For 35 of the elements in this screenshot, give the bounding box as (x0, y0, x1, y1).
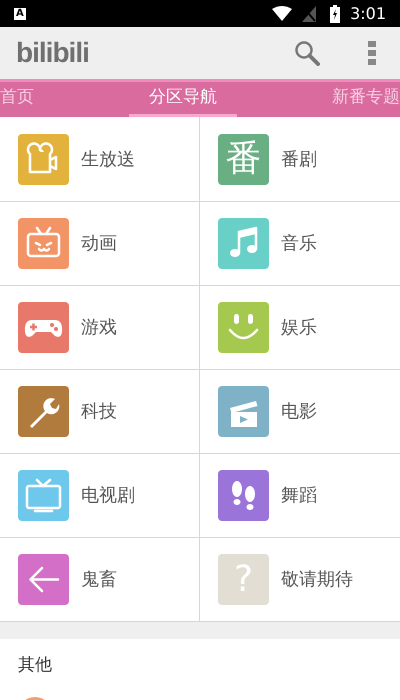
category-label: 动画 (81, 232, 117, 256)
category-label: 生放送 (81, 148, 135, 172)
category-item[interactable]: 科技 (0, 369, 200, 453)
category-label: 敬请期待 (281, 568, 353, 592)
category-label: 音乐 (281, 232, 317, 256)
category-item[interactable]: 鬼畜 (0, 537, 200, 621)
category-label: 科技 (81, 400, 117, 424)
category-label: 电视剧 (81, 484, 135, 508)
category-item[interactable]: 电视剧 (0, 453, 200, 537)
category-item[interactable]: 娱乐 (200, 285, 400, 369)
category-label: 娱乐 (281, 316, 317, 340)
category-item[interactable]: 动画 (0, 201, 200, 285)
category-label: 番剧 (281, 148, 317, 172)
category-item[interactable]: 生放送 (0, 117, 200, 201)
category-item[interactable]: 番 番剧 (200, 117, 400, 201)
category-icon: ? (218, 554, 269, 605)
category-item[interactable]: 游戏 (0, 285, 200, 369)
category-item[interactable]: 舞蹈 (200, 453, 400, 537)
category-item[interactable]: ? 敬请期待 (200, 537, 400, 621)
battery-charging-icon (330, 4, 340, 22)
category-label: 鬼畜 (81, 568, 117, 592)
category-item[interactable]: 电影 (200, 369, 400, 453)
clock: 3:01 (350, 2, 386, 24)
wifi-icon (272, 6, 292, 22)
category-label: 舞蹈 (281, 484, 317, 508)
category-icon: 番 (218, 134, 269, 184)
notification-icon: A (14, 8, 26, 20)
category-label: 电影 (281, 400, 317, 424)
search-icon[interactable] (294, 40, 320, 66)
category-item[interactable]: 音乐 (200, 201, 400, 285)
app-logo[interactable]: bilibili (16, 32, 89, 74)
category-label: 游戏 (81, 316, 117, 340)
more-icon[interactable] (368, 41, 376, 65)
section-title: 其他 (18, 654, 52, 677)
no-signal-icon (302, 6, 316, 22)
